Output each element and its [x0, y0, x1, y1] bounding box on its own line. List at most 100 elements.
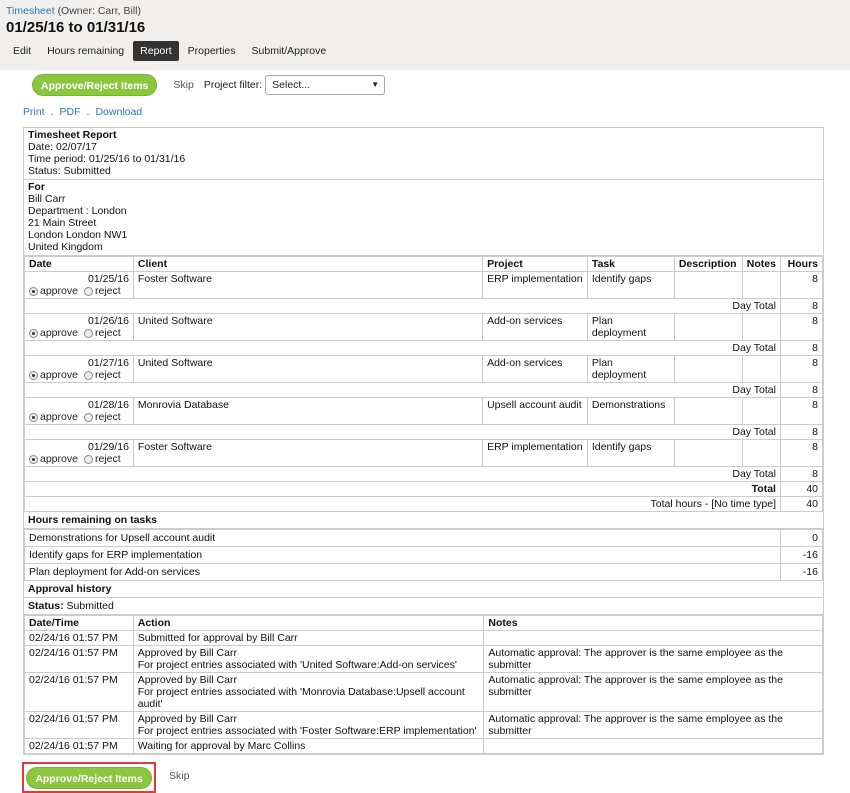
approve-reject-button-bottom[interactable]: Approve/Reject Items [26, 766, 152, 789]
reject-radio-label: reject [94, 285, 121, 297]
history-action: Approved by Bill Carr [137, 647, 237, 659]
tab-report[interactable]: Report [133, 41, 179, 61]
owner-label: (Owner: Carr, Bill) [57, 5, 141, 17]
approve-radio[interactable]: approve [29, 369, 78, 381]
download-link[interactable]: Download [95, 106, 142, 118]
entry-project: ERP implementation [482, 271, 588, 299]
reject-radio[interactable]: reject [83, 285, 121, 297]
skip-link-bottom[interactable]: Skip [169, 770, 189, 782]
history-datetime: 02/24/16 01:57 PM [24, 630, 134, 646]
entry-description [673, 313, 743, 341]
day-total-value: 8 [779, 340, 824, 356]
approve-radio[interactable]: approve [29, 327, 78, 339]
reject-radio[interactable]: reject [83, 411, 121, 423]
entry-task: Plan deployment [586, 313, 675, 341]
table-row: 01/27/16 approve reject United Software Add-… [24, 355, 824, 383]
entry-description [673, 271, 743, 299]
page-title: 01/25/16 to 01/31/16 [6, 19, 146, 36]
history-notes: Automatic approval: The approver is the … [483, 645, 823, 673]
history-action: Approved by Bill Carr [137, 713, 237, 725]
approve-radio-label: approve [40, 285, 78, 297]
entry-date: 01/26/16 [88, 315, 129, 327]
table-row: 02/24/16 01:57 PM Approved by Bill Carr Fo… [24, 672, 823, 712]
report-period: Time period: 01/25/16 to 01/31/16 [28, 153, 186, 165]
approval-status: Status: Submitted [24, 598, 823, 615]
employee-country: United Kingdom [28, 241, 103, 253]
tab-bar: Edit Hours remaining Report Properties S… [6, 41, 844, 61]
column-header: Client [132, 256, 484, 272]
approval-radio-group: approve reject [29, 369, 129, 381]
day-total-label: Day Total [24, 298, 781, 314]
reject-radio[interactable]: reject [83, 369, 121, 381]
entry-notes [741, 313, 781, 341]
report-status: Status: Submitted [28, 165, 111, 177]
history-notes [483, 630, 823, 646]
entry-client: Foster Software [132, 271, 484, 299]
hours-remaining-table: Demonstrations for Upsell account audit 0… [23, 529, 823, 581]
tab-submit-approve[interactable]: Submit/Approve [245, 41, 334, 61]
pdf-link[interactable]: PDF [60, 106, 81, 118]
chevron-down-icon: ▼ [371, 80, 380, 89]
entry-date-cell: 01/29/16 approve reject [24, 439, 134, 467]
skip-link[interactable]: Skip [173, 79, 193, 91]
employee-department: Department : London [28, 205, 127, 217]
entry-task: Demonstrations [586, 397, 675, 425]
entry-task: Identify gaps [586, 271, 675, 299]
entry-project: Add-on services [482, 313, 588, 341]
history-action-detail: For project entries associated with 'Fos… [137, 725, 477, 737]
entry-task: Identify gaps [586, 439, 675, 467]
radio-unselected-icon [83, 370, 93, 380]
remaining-task: Demonstrations for Upsell account audit [23, 529, 782, 547]
approve-radio[interactable]: approve [29, 285, 78, 297]
project-filter-value: Select... [272, 79, 311, 91]
column-header: Hours [779, 256, 824, 272]
entry-date-cell: 01/26/16 approve reject [24, 313, 134, 341]
approve-radio[interactable]: approve [29, 453, 78, 465]
tab-edit[interactable]: Edit [6, 41, 38, 61]
table-row: 01/26/16 approve reject United Software Add-… [24, 313, 824, 341]
day-total-value: 8 [779, 466, 824, 482]
reject-radio[interactable]: reject [83, 453, 121, 465]
list-item: Demonstrations for Upsell account audit 0 [23, 529, 823, 547]
history-action: Submitted for approval by Bill Carr [137, 632, 298, 644]
total-hours-value: 40 [779, 496, 824, 512]
table-row: 01/28/16 approve reject Monrovia Database Up… [24, 397, 824, 425]
project-filter-select[interactable]: Select... ▼ [265, 75, 386, 95]
timesheet-link[interactable]: Timesheet [6, 5, 55, 17]
entry-project: Upsell account audit [482, 397, 588, 425]
reject-radio-label: reject [94, 453, 121, 465]
column-header: Notes [741, 256, 781, 272]
remaining-task: Identify gaps for ERP implementation [23, 546, 782, 564]
reject-radio[interactable]: reject [83, 327, 121, 339]
report-summary: Timesheet Report Date: 02/07/17 Time per… [24, 128, 823, 180]
approval-radio-group: approve reject [29, 327, 129, 339]
reject-radio-label: reject [94, 327, 121, 339]
entry-date-cell: 01/25/16 approve reject [24, 271, 134, 299]
approval-radio-group: approve reject [29, 411, 129, 423]
hours-remaining-title: Hours remaining on tasks [24, 512, 823, 529]
link-separator: . [86, 106, 90, 118]
radio-unselected-icon [83, 286, 93, 296]
link-separator: . [50, 106, 54, 118]
entry-date: 01/25/16 [88, 273, 129, 285]
total-hours-row: Total hours - [No time type] 40 [24, 496, 824, 512]
tab-properties[interactable]: Properties [181, 41, 243, 61]
history-datetime: 02/24/16 01:57 PM [24, 711, 134, 739]
print-link[interactable]: Print [23, 106, 45, 118]
action-bar: Approve/Reject Items Skip Project filter… [32, 74, 386, 96]
column-header: Task [586, 256, 675, 272]
approval-radio-group: approve reject [29, 285, 129, 297]
total-hours-label: Total hours - [No time type] [24, 496, 781, 512]
entry-hours: 8 [779, 397, 824, 425]
approve-radio[interactable]: approve [29, 411, 78, 423]
entry-hours: 8 [779, 313, 824, 341]
day-total-row: Day Total 8 [24, 424, 824, 440]
day-total-row: Day Total 8 [24, 298, 824, 314]
day-total-row: Day Total 8 [24, 382, 824, 398]
approve-reject-button[interactable]: Approve/Reject Items [32, 74, 158, 96]
table-row: 02/24/16 01:57 PM Waiting for approval by… [24, 738, 823, 754]
entry-hours: 8 [779, 439, 824, 467]
tab-hours-remaining[interactable]: Hours remaining [40, 41, 131, 61]
entry-description [673, 355, 743, 383]
day-total-value: 8 [779, 382, 824, 398]
